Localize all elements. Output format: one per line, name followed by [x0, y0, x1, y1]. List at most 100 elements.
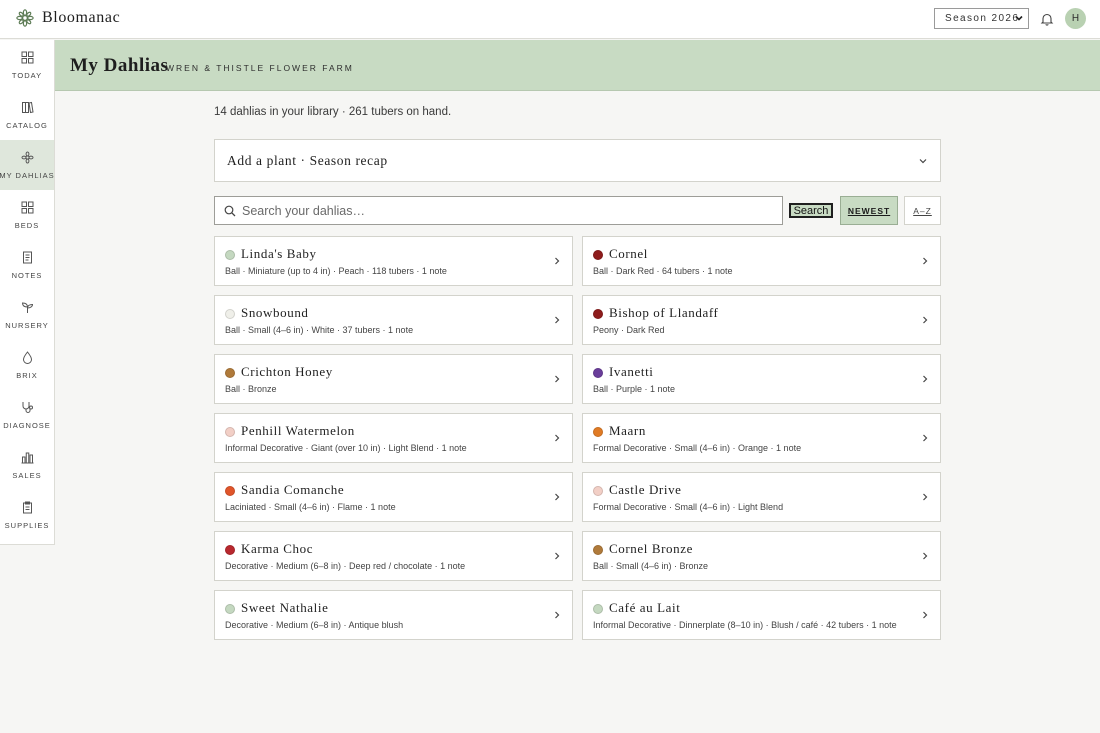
color-swatch [593, 250, 603, 260]
brand[interactable]: Bloomanac [16, 9, 120, 27]
sidebar-item-nursery[interactable]: NURSERY [0, 290, 54, 340]
chevron-right-icon [923, 375, 928, 383]
library-summary: 14 dahlias in your library · 261 tubers … [214, 106, 452, 118]
dahlia-name: Castle Drive [609, 482, 682, 497]
sidebar-item-label: SUPPLIES [4, 521, 50, 530]
flower-logo-icon [16, 9, 34, 27]
color-swatch [593, 427, 603, 437]
grid-icon [21, 51, 33, 64]
dahlia-card[interactable]: Crichton Honey Ball · Bronze [214, 354, 573, 404]
dahlia-meta: Ball · Dark Red · 64 tubers · 1 note [593, 266, 733, 276]
chevron-down-icon [1015, 15, 1023, 21]
color-swatch [225, 368, 235, 378]
dahlia-name: Penhill Watermelon [241, 423, 355, 438]
dahlia-name: Linda's Baby [241, 246, 317, 261]
dahlia-meta: Informal Decorative · Giant (over 10 in)… [225, 443, 467, 453]
drop-icon [22, 351, 32, 364]
dahlia-name: Bishop of Llandaff [609, 305, 719, 320]
dahlia-card[interactable]: Ivanetti Ball · Purple · 1 note [582, 354, 941, 404]
clipboard-icon [22, 501, 32, 514]
dahlia-name: Karma Choc [241, 541, 314, 556]
color-swatch [225, 309, 235, 319]
dahlia-name: Cornel Bronze [609, 541, 693, 556]
dahlia-meta: Ball · Small (4–6 in) · White · 37 tuber… [225, 325, 414, 335]
chevron-right-icon [923, 552, 928, 560]
sidebar-item-label: SALES [12, 471, 42, 480]
color-swatch [225, 486, 235, 496]
chevron-right-icon [555, 434, 560, 442]
color-swatch [593, 604, 603, 614]
dahlia-card[interactable]: Sandia Comanche Laciniated · Small (4–6 i… [214, 472, 573, 522]
avatar-initial: H [1071, 13, 1080, 24]
dahlia-name: Ivanetti [609, 364, 654, 379]
bell-icon[interactable] [1040, 12, 1054, 26]
dahlia-card[interactable]: Snowbound Ball · Small (4–6 in) · White ·… [214, 295, 573, 345]
dahlia-card[interactable]: Karma Choc Decorative · Medium (6–8 in) ·… [214, 531, 573, 581]
dahlia-meta: Ball · Small (4–6 in) · Bronze [593, 561, 709, 571]
dahlia-name: Sandia Comanche [241, 482, 345, 497]
sprout-icon [21, 302, 33, 313]
dahlia-card[interactable]: Sweet Nathalie Decorative · Medium (6–8 i… [214, 590, 573, 640]
dahlia-name: Snowbound [241, 305, 309, 320]
dahlia-card[interactable]: Castle Drive Formal Decorative · Small (4… [582, 472, 941, 522]
sort-newest-button[interactable]: NEWEST [840, 196, 898, 225]
chevron-right-icon [555, 611, 560, 619]
dahlia-card[interactable]: Bishop of Llandaff Peony · Dark Red [582, 295, 941, 345]
dahlia-meta: Peony · Dark Red [593, 325, 665, 335]
dahlia-meta: Informal Decorative · Dinnerplate (8–10 … [593, 620, 897, 630]
season-select-value: Season 2026 [945, 13, 1020, 24]
search-button[interactable]: Search [789, 203, 833, 218]
sidebar-item-beds[interactable]: BEDS [0, 190, 54, 240]
search-icon [224, 205, 236, 216]
dahlia-meta: Ball · Miniature (up to 4 in) · Peach · … [225, 266, 447, 276]
sidebar-item-label: DIAGNOSE [3, 421, 51, 430]
notes-icon [22, 251, 32, 264]
sidebar: TODAY CATALOG MY DAHLIAS BEDS NOTES NURS… [0, 40, 55, 545]
dahlia-name: Café au Lait [609, 600, 681, 615]
sidebar-item-label: MY DAHLIAS [0, 171, 55, 180]
sidebar-item-diagnose[interactable]: DIAGNOSE [0, 390, 54, 440]
sidebar-item-sales[interactable]: SALES [0, 440, 54, 490]
chevron-right-icon [555, 375, 560, 383]
season-select[interactable]: Season 2026 [934, 8, 1029, 29]
dahlia-meta: Ball · Bronze [225, 384, 277, 394]
sidebar-item-catalog[interactable]: CATALOG [0, 90, 54, 140]
dahlia-meta: Decorative · Medium (6–8 in) · Antique b… [225, 620, 404, 630]
beds-grid-icon [21, 201, 33, 214]
sidebar-item-supplies[interactable]: SUPPLIES [0, 490, 54, 540]
chevron-right-icon [923, 316, 928, 324]
search-box [214, 196, 783, 225]
dahlia-card[interactable]: Penhill Watermelon Informal Decorative · … [214, 413, 573, 463]
dahlia-card[interactable]: Maarn Formal Decorative · Small (4–6 in) … [582, 413, 941, 463]
dahlia-meta: Formal Decorative · Small (4–6 in) · Lig… [593, 502, 784, 512]
bar-chart-icon [21, 452, 33, 464]
chevron-right-icon [923, 434, 928, 442]
sidebar-item-label: TODAY [11, 71, 43, 80]
dahlia-meta: Laciniated · Small (4–6 in) · Flame · 1 … [225, 502, 396, 512]
flower-icon [21, 151, 33, 164]
avatar[interactable]: H [1065, 8, 1086, 29]
dahlia-card[interactable]: Cornel Bronze Ball · Small (4–6 in) · Bro… [582, 531, 941, 581]
sidebar-item-my-dahlias[interactable]: MY DAHLIAS [0, 140, 54, 190]
add-plant-panel[interactable]: Add a plant · Season recap [214, 139, 941, 182]
farm-name: WREN & THISTLE FLOWER FARM [166, 63, 354, 73]
dahlia-card[interactable]: Café au Lait Informal Decorative · Dinner… [582, 590, 941, 640]
sidebar-item-notes[interactable]: NOTES [0, 240, 54, 290]
sidebar-item-brix[interactable]: BRIX [0, 340, 54, 390]
sort-az-button[interactable]: A–Z [904, 196, 941, 225]
add-panel-title: Add a plant · Season recap [227, 153, 388, 168]
dahlia-name: Sweet Nathalie [241, 600, 329, 615]
dahlia-card[interactable]: Cornel Ball · Dark Red · 64 tubers · 1 no… [582, 236, 941, 286]
dahlia-card[interactable]: Linda's Baby Ball · Miniature (up to 4 in… [214, 236, 573, 286]
sidebar-item-today[interactable]: TODAY [0, 40, 54, 90]
color-swatch [593, 309, 603, 319]
app-name: Bloomanac [42, 9, 121, 26]
chevron-right-icon [923, 611, 928, 619]
page-title: My Dahlias [70, 55, 169, 76]
sidebar-item-label: NURSERY [5, 321, 49, 330]
dahlia-name: Crichton Honey [241, 364, 333, 379]
dahlia-name: Maarn [609, 423, 646, 438]
chevron-right-icon [923, 257, 928, 265]
sidebar-item-label: BRIX [16, 371, 38, 380]
search-input[interactable] [242, 203, 762, 218]
